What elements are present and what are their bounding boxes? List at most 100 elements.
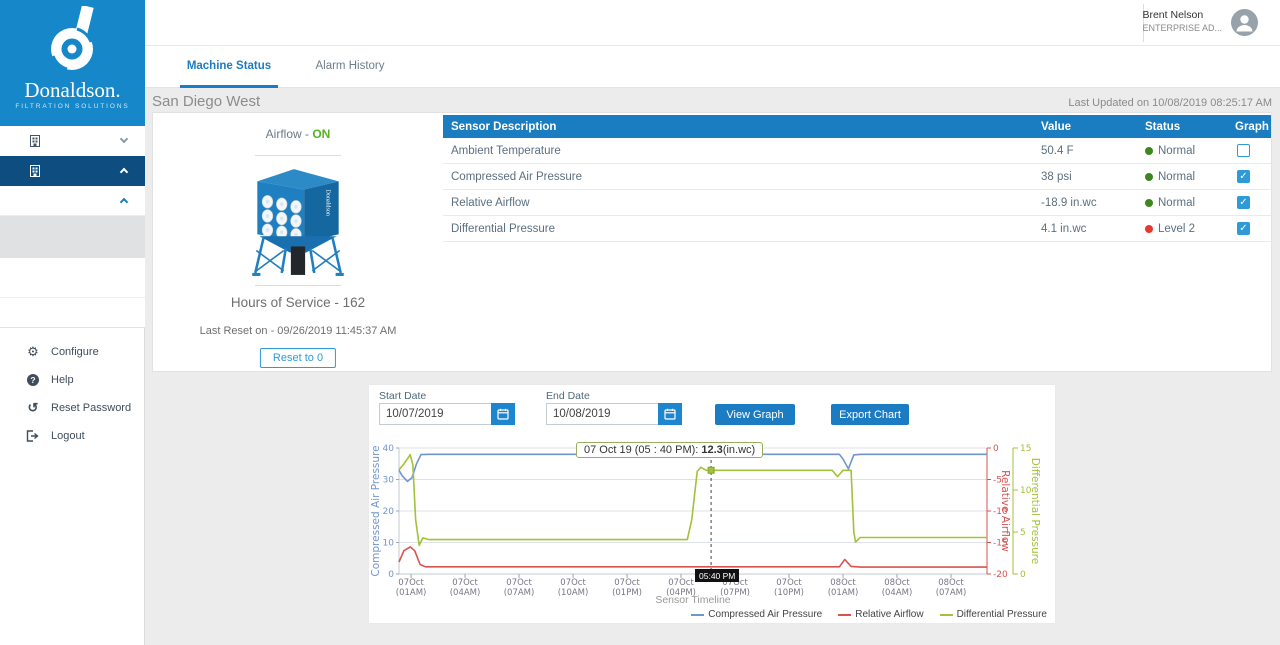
user-info: Brent Nelson ENTERPRISE AD... <box>1142 9 1222 33</box>
last-reset-text: Last Reset on - 09/26/2019 11:45:37 AM <box>153 325 443 337</box>
airflow-label: Airflow - <box>266 127 313 141</box>
graph-cell: ✓ <box>1235 170 1271 183</box>
sensor-description-cell: Ambient Temperature <box>443 145 1041 157</box>
legend-item: Differential Pressure <box>940 609 1047 620</box>
start-date-label: Start Date <box>379 390 426 402</box>
sidebar-item-logout[interactable]: Logout <box>0 422 145 450</box>
end-date-input[interactable] <box>546 403 658 425</box>
airflow-status: Airflow - ON <box>153 127 443 141</box>
col-value: Value <box>1041 121 1145 133</box>
graph-checkbox[interactable] <box>1237 144 1250 157</box>
graph-checkbox[interactable]: ✓ <box>1237 222 1250 235</box>
legend-label: Differential Pressure <box>957 609 1047 620</box>
export-chart-button[interactable]: Export Chart <box>831 404 909 425</box>
avatar[interactable] <box>1231 9 1258 36</box>
col-sensor-description: Sensor Description <box>443 121 1041 133</box>
graph-cell <box>1235 144 1271 157</box>
sidebar-item-reset-password[interactable]: ↺ Reset Password <box>0 394 145 422</box>
tab-machine-status[interactable]: Machine Status <box>180 46 278 88</box>
graph-checkbox[interactable]: ✓ <box>1237 196 1250 209</box>
svg-text:30: 30 <box>383 476 395 486</box>
start-date-group <box>379 403 515 425</box>
user-name: Brent Nelson <box>1142 9 1222 21</box>
tab-alarm-history[interactable]: Alarm History <box>297 46 403 88</box>
sidebar-item-blank[interactable] <box>0 298 145 327</box>
status-dot-icon <box>1145 173 1153 181</box>
sensor-value-cell: -18.9 in.wc <box>1041 197 1145 209</box>
sensor-status-cell: Normal <box>1145 171 1235 183</box>
sidebar-links: ⚙ Configure ? Help ↺ Reset Password Logo… <box>0 327 145 450</box>
legend-item: Relative Airflow <box>838 609 923 620</box>
sidebar-link-label: Configure <box>51 346 99 358</box>
chevron-down-icon <box>120 135 128 143</box>
sidebar-item-machine-group[interactable] <box>0 186 145 216</box>
status-label: Normal <box>1158 171 1195 183</box>
sensor-value-cell: 50.4 F <box>1041 145 1145 157</box>
reset-to-zero-button[interactable]: Reset to 0 <box>260 348 336 368</box>
svg-text:-20: -20 <box>993 570 1008 580</box>
sensor-description-cell: Compressed Air Pressure <box>443 171 1041 183</box>
legend-label: Compressed Air Pressure <box>708 609 822 620</box>
svg-text:0: 0 <box>993 444 999 454</box>
gear-icon: ⚙ <box>26 344 40 360</box>
sidebar-item-machine-selected[interactable] <box>0 216 145 258</box>
table-row: Differential Pressure4.1 in.wcLevel 2✓ <box>443 216 1271 242</box>
status-dot-icon <box>1145 225 1153 233</box>
svg-text:0: 0 <box>388 570 394 580</box>
top-header: Brent Nelson ENTERPRISE AD... <box>145 0 1280 46</box>
end-date-calendar-button[interactable] <box>658 403 682 425</box>
sidebar-item-site-active[interactable] <box>0 156 145 186</box>
reset-icon: ↺ <box>26 400 40 416</box>
divider <box>255 285 341 286</box>
end-date-label: End Date <box>546 390 590 402</box>
graph-cell: ✓ <box>1235 196 1271 209</box>
start-date-input[interactable] <box>379 403 491 425</box>
sidebar: Donaldson. FILTRATION SOLUTIONS <box>0 0 145 645</box>
svg-text:08Oct: 08Oct <box>938 578 964 588</box>
dust-collector-image: Donaldson <box>238 159 358 279</box>
legend-dash-icon <box>940 614 953 616</box>
status-label: Normal <box>1158 197 1195 209</box>
x-axis-title: Sensor Timeline <box>399 594 987 606</box>
sensor-status-cell: Normal <box>1145 197 1235 209</box>
table-row: Ambient Temperature50.4 F Normal <box>443 138 1271 164</box>
sidebar-item-company[interactable] <box>0 126 145 156</box>
sidebar-item-blank[interactable] <box>0 258 145 298</box>
brand-name: Donaldson. <box>0 78 145 103</box>
table-row: Compressed Air Pressure38 psi Normal ✓ <box>443 164 1271 190</box>
view-graph-button[interactable]: View Graph <box>715 404 795 425</box>
sidebar-item-configure[interactable]: ⚙ Configure <box>0 338 145 366</box>
chart-tooltip: 07 Oct 19 (05 : 40 PM): 12.3(in.wc) <box>576 442 763 458</box>
hours-of-service: Hours of Service - 162 <box>153 295 443 310</box>
svg-text:08Oct: 08Oct <box>830 578 856 588</box>
col-graph: Graph <box>1235 121 1271 133</box>
sensor-table-header: Sensor Description Value Status Graph <box>443 115 1271 138</box>
calendar-icon <box>497 408 509 420</box>
table-row: Relative Airflow-18.9 in.wcNormal✓ <box>443 190 1271 216</box>
person-icon <box>1231 9 1258 36</box>
graph-checkbox[interactable]: ✓ <box>1237 170 1250 183</box>
building-icon <box>30 135 40 147</box>
sidebar-link-label: Reset Password <box>51 402 131 414</box>
start-date-calendar-button[interactable] <box>491 403 515 425</box>
svg-text:07Oct: 07Oct <box>776 578 802 588</box>
chart-legend: Compressed Air Pressure Relative Airflow D… <box>691 609 1047 620</box>
chevron-up-icon <box>120 198 128 206</box>
svg-text:0: 0 <box>1020 570 1026 580</box>
status-label: Level 2 <box>1158 223 1195 235</box>
calendar-icon <box>664 408 676 420</box>
donaldson-logo-icon <box>41 6 105 72</box>
sidebar-link-label: Logout <box>51 430 85 442</box>
svg-text:Differential Pressure: Differential Pressure <box>1029 458 1041 564</box>
col-status: Status <box>1145 121 1235 133</box>
status-label: Normal <box>1158 145 1195 157</box>
sidebar-item-help[interactable]: ? Help <box>0 366 145 394</box>
svg-text:07Oct: 07Oct <box>506 578 532 588</box>
svg-text:07Oct: 07Oct <box>560 578 586 588</box>
svg-text:5: 5 <box>1020 528 1026 538</box>
machine-panel: Airflow - ON Donaldson <box>153 113 443 371</box>
sensor-value-cell: 38 psi <box>1041 171 1145 183</box>
app-root: Donaldson. FILTRATION SOLUTIONS <box>0 0 1280 645</box>
crosshair-time-badge: 05:40 PM <box>695 569 739 582</box>
brand-logo-block: Donaldson. FILTRATION SOLUTIONS <box>0 0 145 126</box>
